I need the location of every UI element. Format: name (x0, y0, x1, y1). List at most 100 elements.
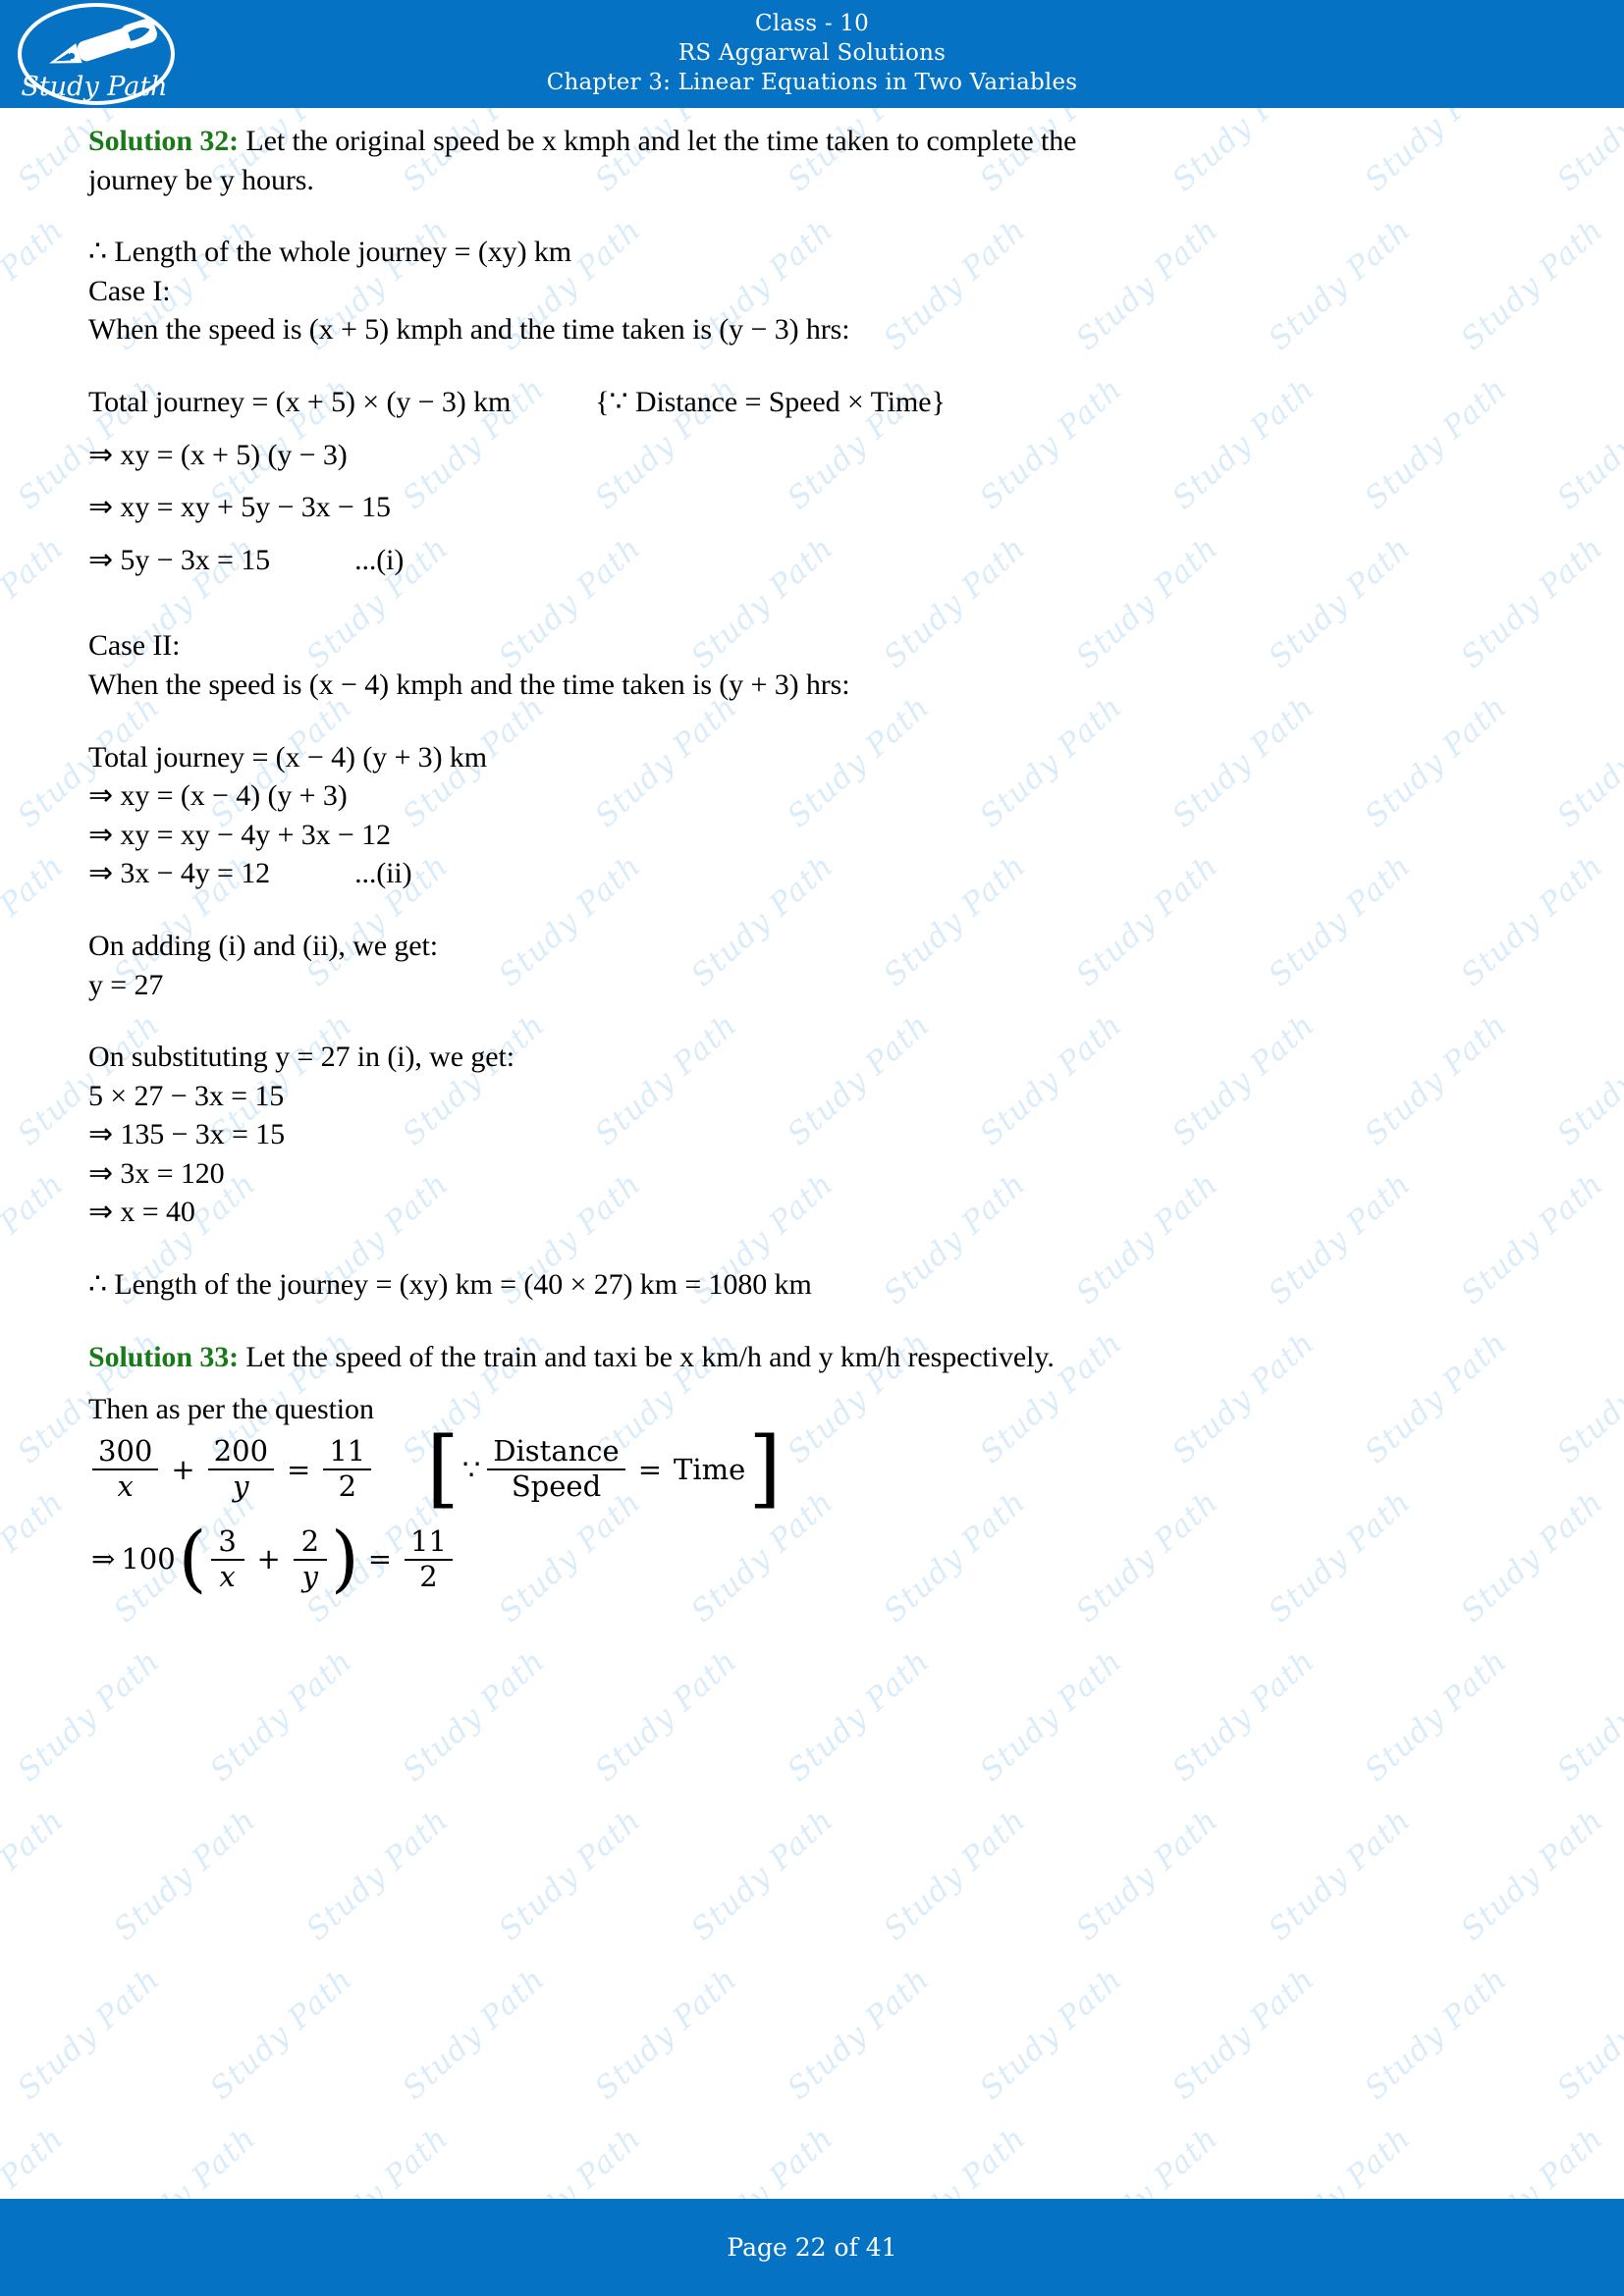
watermark-text: Study Path (1358, 1642, 1515, 1789)
bracket-close: ] (748, 1418, 782, 1518)
study-path-logo: Study Path (8, 0, 185, 108)
watermark-text: Study Path (1262, 1801, 1419, 1949)
watermark-text: Study Path (877, 1801, 1034, 1949)
adding-equations-text: On adding (i) and (ii), we get: (88, 929, 438, 962)
watermark-text: Study Path (0, 1801, 72, 1949)
fraction-200-over-y: 200 y (207, 1435, 275, 1504)
case-2-step-3-row: ⇒ 3x − 4y = 12 ...(ii) (88, 854, 1536, 893)
watermark-text: Study Path (877, 2119, 1034, 2199)
case-1-condition: When the speed is (x + 5) kmph and the t… (88, 313, 850, 347)
watermark-text: Study Path (299, 2119, 457, 2199)
watermark-text: Study Path (1069, 2119, 1226, 2199)
watermark-text: Study Path (781, 1960, 938, 2108)
watermark-text: Study Path (492, 1801, 649, 1949)
substitution-text: On substituting y = 27 in (i), we get: (88, 1041, 514, 1074)
case-1-total-journey-row: Total journey = (x + 5) × (y − 3) km {∵ D… (88, 383, 1536, 422)
case-2-condition: When the speed is (x − 4) kmph and the t… (88, 667, 850, 701)
substitution-step-4: ⇒ x = 40 (88, 1196, 195, 1229)
solution-32-conclusion: ∴ Length of the journey = (xy) km = (40 … (88, 1268, 812, 1302)
adding-equations-result: y = 27 (88, 968, 164, 1001)
fraction-300-over-x: 300 x (92, 1435, 159, 1504)
case-1-step-1: ⇒ xy = (x + 5) (y − 3) (88, 438, 348, 471)
plus-operator: + (256, 1542, 281, 1576)
solution-32-intro-line-1: Let the original speed be x kmph and let… (239, 125, 1077, 157)
watermark-text: Study Path (492, 2119, 649, 2199)
case-1-heading: Case I: (88, 274, 171, 307)
watermark-text: Study Path (1165, 1642, 1323, 1789)
bracket-open: [ (426, 1418, 460, 1518)
watermark-text: Study Path (1165, 1960, 1323, 2108)
equals-operator: = (287, 1452, 311, 1486)
solution-32-label: Solution 32: (88, 125, 240, 157)
plus-operator: + (171, 1452, 195, 1486)
whole-journey-line: ∴ Length of the whole journey = (xy) km (88, 236, 571, 269)
watermark-text: Study Path (1262, 2119, 1419, 2199)
header-class-line: Class - 10 (755, 11, 869, 36)
watermark-text: Study Path (588, 1960, 745, 2108)
watermark-text: Study Path (1358, 1960, 1515, 2108)
paren-open: ( (178, 1516, 207, 1601)
case-1-equation-ref: ...(i) (354, 543, 405, 576)
logo-wordmark: Study Path (21, 72, 167, 102)
equals-operator: = (367, 1542, 393, 1576)
header-chapter-line: Chapter 3: Linear Equations in Two Varia… (546, 70, 1078, 95)
watermark-text: Study Path (11, 1642, 168, 1789)
watermark-text: Study Path (973, 1642, 1130, 1789)
solution-33-then-line: Then as per the question (88, 1393, 374, 1426)
header-book-line: RS Aggarwal Solutions (677, 40, 947, 66)
substitution-step-3: ⇒ 3x = 120 (88, 1156, 225, 1190)
case-2-equation-ref: ...(ii) (354, 857, 412, 890)
header-title-block: Class - 10 RS Aggarwal Solutions Chapter… (0, 10, 1624, 98)
page-number-text: Page 22 of 41 (727, 2233, 897, 2262)
watermark-text: Study Path (299, 1801, 457, 1949)
implies-arrow: ⇒ (91, 1542, 116, 1576)
fraction-3-over-x: 3 x (210, 1525, 244, 1594)
time-label: Time (674, 1452, 746, 1486)
case-2-step-2: ⇒ xy = xy − 4y + 3x − 12 (88, 818, 391, 851)
document-body: Solution 32: Let the original speed be x… (0, 108, 1624, 1601)
watermark-text: Study Path (203, 1642, 360, 1789)
case-1-distance-note: {∵ Distance = Speed × Time} (595, 385, 946, 418)
solution-33-intro-text: Let the speed of the train and taxi be x… (239, 1340, 1055, 1373)
watermark-text: Study Path (1550, 1961, 1624, 2108)
watermark-text: Study Path (684, 2119, 841, 2199)
substitution-step-1: 5 × 27 − 3x = 15 (88, 1079, 285, 1112)
fraction-2-over-y: 2 y (293, 1525, 327, 1594)
watermark-text: Study Path (1069, 1801, 1226, 1949)
watermark-text: Study Path (588, 1642, 745, 1789)
fraction-11-over-2: 11 2 (405, 1525, 453, 1594)
watermark-text: Study Path (1454, 2119, 1611, 2199)
fraction-distance-over-speed: Distance Speed (487, 1435, 625, 1504)
case-1-total-journey: Total journey = (x + 5) × (y − 3) km (88, 385, 512, 418)
case-1-step-3: ⇒ 5y − 3x = 15 (88, 543, 271, 576)
watermark-text: Study Path (396, 1960, 553, 2108)
watermark-text: Study Path (1454, 1801, 1611, 1949)
watermark-text: Study Path (107, 2119, 264, 2199)
case-1-step-3-row: ⇒ 5y − 3x = 15 ...(i) (88, 541, 1536, 580)
page-header: Study Path Class - 10 RS Aggarwal Soluti… (0, 0, 1624, 108)
coefficient-100: 100 (121, 1542, 176, 1576)
solution-33-intro: Solution 33: Let the speed of the train … (88, 1338, 1536, 1377)
watermark-text: Study Path (0, 2119, 72, 2199)
case-2-step-3: ⇒ 3x − 4y = 12 (88, 857, 271, 890)
watermark-text: Study Path (781, 1642, 938, 1789)
solution-33-equation-1: 300 x + 200 y = 11 2 [ ∵ Distance Speed … (88, 1418, 1536, 1518)
because-symbol: ∵ (461, 1452, 481, 1486)
paren-close: ) (330, 1516, 359, 1601)
solution-33-equation-2: ⇒ 100 ( 3 x + 2 y ) = 11 2 (88, 1516, 1536, 1601)
watermark-text: Study Path (107, 1801, 264, 1949)
case-1-step-2: ⇒ xy = xy + 5y − 3x − 15 (88, 491, 391, 524)
solution-33-label: Solution 33: (88, 1340, 240, 1373)
case-2-step-1: ⇒ xy = (x − 4) (y + 3) (88, 779, 348, 813)
page-footer: Page 22 of 41 (0, 2199, 1624, 2296)
solution-32-intro-line-2: journey be y hours. (88, 163, 314, 196)
watermark-text: Study Path (973, 1960, 1130, 2108)
watermark-text: Study Path (11, 1960, 168, 2108)
case-2-heading: Case II: (88, 629, 181, 663)
substitution-step-2: ⇒ 135 − 3x = 15 (88, 1118, 285, 1151)
watermark-text: Study Path (396, 1642, 553, 1789)
watermark-text: Study Path (1550, 1643, 1624, 1789)
watermark-text: Study Path (684, 1801, 841, 1949)
watermark-text: Study Path (203, 1960, 360, 2108)
distance-speed-time-note: [ ∵ Distance Speed = Time ] (426, 1418, 782, 1518)
